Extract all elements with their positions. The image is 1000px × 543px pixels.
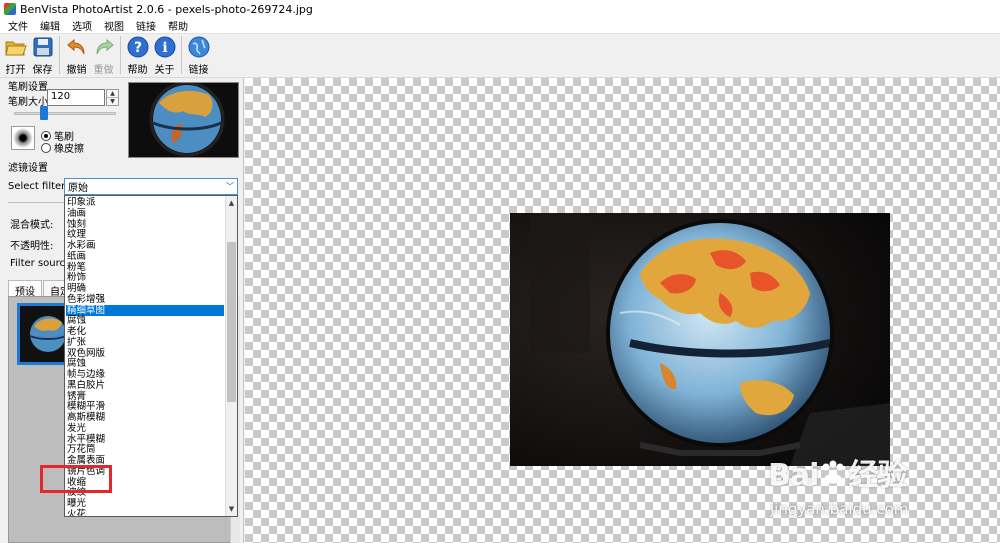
brush-preview-icon bbox=[11, 126, 35, 150]
filter-select[interactable]: 原始 ﹀ bbox=[64, 178, 238, 195]
radio-eraser-label: 橡皮擦 bbox=[54, 144, 84, 155]
link-button[interactable]: 链接 bbox=[185, 34, 212, 76]
baidu-url: jingyan.baidu.com bbox=[770, 500, 909, 518]
dropdown-option[interactable]: 明确 bbox=[66, 283, 224, 294]
dropdown-option[interactable]: 油画 bbox=[66, 208, 224, 219]
radio-eraser[interactable]: 橡皮擦 bbox=[41, 140, 84, 155]
app-icon bbox=[4, 3, 16, 15]
paw-icon bbox=[822, 460, 844, 484]
dropdown-option[interactable]: 腐蚀 bbox=[66, 358, 224, 369]
brush-size-input[interactable]: 120 bbox=[47, 89, 105, 106]
globe-link-icon bbox=[188, 36, 210, 58]
window-title: BenVista PhotoArtist 2.0.6 - pexels-phot… bbox=[20, 2, 313, 16]
dropdown-option[interactable]: 锈膏 bbox=[66, 391, 224, 402]
toolbar-separator bbox=[181, 36, 182, 74]
brush-settings-title: 笔刷设置 bbox=[8, 82, 48, 93]
dropdown-option[interactable]: 色彩增强 bbox=[66, 294, 224, 305]
dropdown-option[interactable]: 水彩画 bbox=[66, 240, 224, 251]
title-bar: BenVista PhotoArtist 2.0.6 - pexels-phot… bbox=[0, 0, 1000, 18]
dropdown-option[interactable]: 发光 bbox=[66, 423, 224, 434]
question-mark-icon: ? bbox=[127, 36, 149, 58]
redo-button[interactable]: 重做 bbox=[90, 34, 117, 76]
redo-arrow-icon bbox=[93, 36, 115, 58]
dropdown-option[interactable]: 黑白胶片 bbox=[66, 380, 224, 391]
info-icon: i bbox=[154, 36, 176, 58]
dropdown-option[interactable]: 印象派 bbox=[66, 197, 224, 208]
dropdown-option[interactable]: 粉笔 bbox=[66, 262, 224, 273]
menu-file[interactable]: 文件 bbox=[2, 18, 34, 33]
globe-photo[interactable] bbox=[510, 213, 890, 466]
undo-arrow-icon bbox=[66, 36, 88, 58]
menu-view[interactable]: 视图 bbox=[98, 18, 130, 33]
svg-text:?: ? bbox=[133, 40, 141, 56]
undo-button[interactable]: 撤销 bbox=[63, 34, 90, 76]
save-button[interactable]: 保存 bbox=[29, 34, 56, 76]
spin-down-icon[interactable]: ▼ bbox=[107, 98, 118, 105]
radio-brush-dot[interactable] bbox=[41, 130, 51, 141]
highlight-annotation bbox=[40, 465, 112, 493]
chevron-down-icon[interactable]: ﹀ bbox=[226, 181, 234, 192]
help-button[interactable]: ? 帮助 bbox=[124, 34, 151, 76]
dropdown-option[interactable]: 帧与边缘 bbox=[66, 369, 224, 380]
menu-options[interactable]: 选项 bbox=[66, 18, 98, 33]
opacity-label: 不透明性: bbox=[10, 241, 54, 252]
blend-mode-label: 混合模式: bbox=[10, 220, 54, 231]
brush-size-slider-track[interactable] bbox=[14, 112, 116, 115]
menu-bar: 文件 编辑 选项 视图 链接 帮助 bbox=[0, 18, 1000, 34]
dropdown-option[interactable]: 火花 bbox=[66, 509, 224, 516]
dropdown-scroll-thumb[interactable] bbox=[227, 242, 236, 402]
dropdown-option[interactable]: 粉饰 bbox=[66, 272, 224, 283]
toolbar-separator bbox=[120, 36, 121, 74]
dropdown-option[interactable]: 纹理 bbox=[66, 229, 224, 240]
menu-link[interactable]: 链接 bbox=[130, 18, 162, 33]
select-filter-label: Select filter: bbox=[8, 181, 69, 192]
dropdown-option[interactable]: 腐蚀 bbox=[66, 315, 224, 326]
baidu-watermark: Bai 经验 jingyan.baidu.com bbox=[768, 430, 998, 540]
dropdown-option[interactable]: 曝光 bbox=[66, 498, 224, 509]
floppy-disk-icon bbox=[32, 36, 54, 58]
dropdown-option[interactable]: 万花筒 bbox=[66, 444, 224, 455]
toolbar-separator bbox=[59, 36, 60, 74]
divider bbox=[8, 202, 64, 203]
navigator-thumbnail[interactable] bbox=[128, 82, 239, 158]
dropdown-option[interactable]: 模糊平滑 bbox=[66, 401, 224, 412]
radio-eraser-dot[interactable] bbox=[41, 142, 51, 153]
dropdown-scrollbar[interactable]: ▲ ▼ bbox=[225, 196, 237, 516]
filter-settings-title: 滤镜设置 bbox=[8, 163, 48, 174]
dropdown-option[interactable]: 双色网版 bbox=[66, 348, 224, 359]
baidu-logo: Bai 经验 bbox=[768, 458, 907, 493]
menu-help[interactable]: 帮助 bbox=[162, 18, 194, 33]
tab-preset[interactable]: 预设 bbox=[8, 280, 42, 298]
dropdown-option[interactable]: 纸画 bbox=[66, 251, 224, 262]
scroll-up-icon[interactable]: ▲ bbox=[226, 197, 237, 209]
dropdown-option[interactable]: 精细草图 bbox=[66, 304, 224, 316]
open-button[interactable]: 打开 bbox=[2, 34, 29, 76]
brush-size-slider-thumb[interactable] bbox=[40, 106, 48, 120]
svg-text:i: i bbox=[162, 40, 167, 56]
menu-edit[interactable]: 编辑 bbox=[34, 18, 66, 33]
dropdown-option[interactable]: 蚀刻 bbox=[66, 219, 224, 230]
brush-size-spinner[interactable]: ▲ ▼ bbox=[106, 89, 119, 106]
dropdown-option[interactable]: 老化 bbox=[66, 326, 224, 337]
dropdown-option[interactable]: 扩张 bbox=[66, 337, 224, 348]
dropdown-option[interactable]: 水平模糊 bbox=[66, 434, 224, 445]
dropdown-option[interactable]: 高斯模糊 bbox=[66, 412, 224, 423]
folder-open-icon bbox=[4, 36, 27, 58]
toolbar: 打开 保存 撤销 重做 ? 帮助 i 关于 链接 bbox=[0, 34, 1000, 78]
scroll-down-icon[interactable]: ▼ bbox=[226, 503, 237, 515]
filter-source-label: Filter source bbox=[10, 258, 72, 269]
about-button[interactable]: i 关于 bbox=[151, 34, 178, 76]
filter-select-value: 原始 bbox=[68, 183, 88, 194]
spin-up-icon[interactable]: ▲ bbox=[107, 90, 118, 98]
